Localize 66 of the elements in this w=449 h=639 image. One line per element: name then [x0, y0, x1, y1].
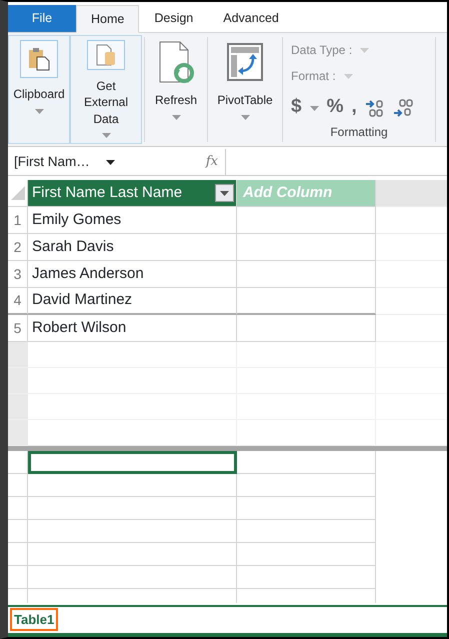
caret-icon: [310, 106, 319, 111]
row-header[interactable]: [8, 474, 28, 497]
table-cell[interactable]: [28, 543, 237, 566]
row-header[interactable]: [8, 451, 28, 474]
row-header[interactable]: [8, 497, 28, 520]
sheet-tab[interactable]: Table1: [10, 608, 58, 631]
file-tab[interactable]: File: [8, 5, 76, 32]
table-cell[interactable]: [237, 543, 376, 566]
decrease-decimal-icon[interactable]: [392, 98, 413, 117]
clipboard-button[interactable]: Clipboard: [8, 35, 70, 144]
table-cell[interactable]: [28, 566, 237, 589]
column-header[interactable]: First Name Last Name: [28, 180, 237, 207]
refresh-button[interactable]: Refresh: [147, 35, 205, 144]
caret-icon: [344, 74, 353, 80]
table-cell[interactable]: [237, 566, 376, 589]
data-type-label: Data Type :: [291, 42, 352, 59]
row-number: 2: [8, 234, 28, 261]
row-header[interactable]: [8, 543, 28, 566]
table-cell[interactable]: [28, 520, 237, 543]
caret-icon: [240, 114, 250, 120]
caret-icon: [106, 160, 115, 165]
table-cell[interactable]: [237, 207, 376, 234]
external-button[interactable]: Get External Data: [70, 35, 142, 144]
group-label: Formatting: [329, 124, 389, 141]
table-cell: Emily Gomes: [28, 207, 237, 234]
ribbon-tab[interactable]: Home: [76, 5, 140, 33]
select-all-icon[interactable]: [10, 186, 24, 200]
table-cell[interactable]: [237, 315, 376, 342]
table-cell[interactable]: [237, 497, 376, 520]
pivot-icon: [227, 43, 263, 81]
ribbon-tab[interactable]: Advanced: [208, 5, 294, 32]
percent-button[interactable]: %: [326, 93, 344, 122]
row-header[interactable]: [8, 566, 28, 589]
caret-icon: [102, 133, 110, 138]
table-cell[interactable]: [28, 497, 237, 520]
external-icon: [95, 43, 117, 68]
table-cell: Sarah Davis: [28, 234, 237, 261]
currency-button[interactable]: $: [291, 93, 302, 122]
table-cell[interactable]: [237, 474, 376, 497]
table-cell[interactable]: [28, 474, 237, 497]
table-cell[interactable]: [237, 261, 376, 288]
selected-cell[interactable]: [28, 451, 237, 474]
increase-decimal-icon[interactable]: [364, 98, 385, 117]
caret-icon: [172, 114, 180, 120]
clipboard-icon: [28, 47, 50, 71]
format-label: Format :: [291, 68, 336, 85]
caret-icon: [34, 108, 44, 114]
filter-dropdown[interactable]: [215, 184, 234, 202]
row-header[interactable]: [8, 520, 28, 543]
table-cell: Robert Wilson: [28, 315, 237, 342]
ribbon-tab[interactable]: Design: [139, 5, 208, 32]
table-cell[interactable]: [237, 234, 376, 261]
pivot-button[interactable]: PivotTable: [210, 35, 280, 144]
row-number: 4: [8, 288, 28, 315]
refresh-icon: [158, 40, 194, 84]
table-cell[interactable]: [237, 520, 376, 543]
caret-icon: [360, 48, 370, 54]
table-cell: James Anderson: [28, 261, 237, 288]
caret-icon: [220, 190, 229, 196]
row-number: 3: [8, 261, 28, 288]
table-cell[interactable]: [237, 288, 376, 315]
table-cell[interactable]: [237, 451, 376, 474]
table-cell: David Martinez: [28, 288, 237, 315]
comma-button[interactable]: ,: [351, 93, 357, 122]
row-number: 1: [8, 207, 28, 234]
name-box[interactable]: [First Nam… fx: [8, 149, 226, 175]
